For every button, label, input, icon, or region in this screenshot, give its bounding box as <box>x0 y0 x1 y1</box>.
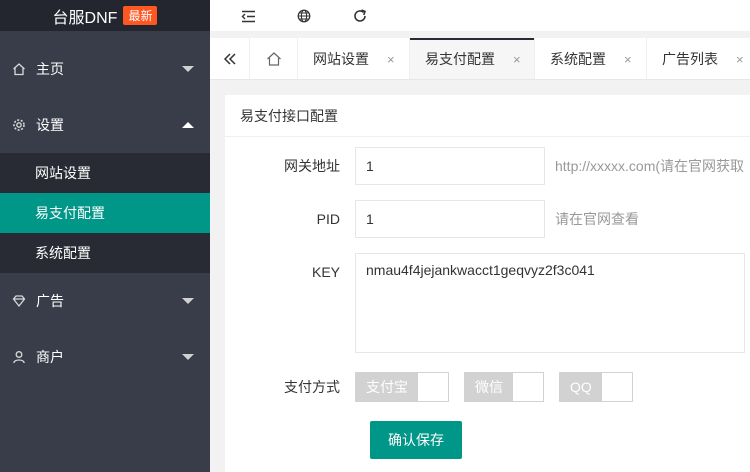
sidebar-item-home[interactable]: 主页 <box>0 41 210 97</box>
sidebar-item-label: 商户 <box>36 349 64 365</box>
switch-knob <box>418 373 448 401</box>
pay-methods-row: 支付方式 支付宝 微信 QQ <box>225 372 648 402</box>
gear-icon <box>10 118 28 132</box>
sidebar-item-ads[interactable]: 广告 <box>0 273 210 329</box>
sidebar-item-label: 设置 <box>36 117 64 133</box>
tab-label: 系统配置 <box>550 51 606 67</box>
home-icon <box>10 62 28 76</box>
user-icon <box>10 350 28 364</box>
tab-system-config[interactable]: 系统配置 × <box>535 38 647 79</box>
menu-fold-icon[interactable] <box>237 5 259 27</box>
chevron-up-icon <box>182 122 194 128</box>
pid-label: PID <box>316 211 340 227</box>
wechat-switch[interactable]: 微信 <box>464 372 544 402</box>
top-header <box>210 0 750 31</box>
pay-methods-label: 支付方式 <box>284 379 340 395</box>
gateway-label: 网关地址 <box>284 158 340 174</box>
close-icon[interactable]: × <box>624 52 632 67</box>
gateway-hint: http://xxxxx.com(请在官网获取 <box>555 158 745 174</box>
logo-text: 台服DNF <box>52 9 118 27</box>
pid-row: PID 1 请在官网查看 <box>225 200 639 238</box>
refresh-icon[interactable] <box>349 5 371 27</box>
logo[interactable]: 台服DNF 最新 <box>0 0 210 31</box>
tab-label: 易支付配置 <box>425 51 495 67</box>
key-row: KEY nmau4f4jejankwacct1geqvyz2f3c041 <box>225 253 745 353</box>
sidebar-subitem-epay-config[interactable]: 易支付配置 <box>0 193 210 233</box>
gateway-row: 网关地址 1 http://xxxxx.com(请在官网获取 <box>225 147 744 185</box>
switch-label: 支付宝 <box>356 373 418 401</box>
switch-label: 微信 <box>465 373 513 401</box>
chevron-down-icon <box>182 298 194 304</box>
key-label: KEY <box>311 264 340 280</box>
sidebar-subitem-system-config[interactable]: 系统配置 <box>0 233 210 273</box>
switch-label: QQ <box>560 373 602 401</box>
tab-home[interactable] <box>250 38 298 79</box>
sidebar-item-settings[interactable]: 设置 <box>0 97 210 153</box>
diamond-icon <box>10 294 28 308</box>
close-icon[interactable]: × <box>387 52 395 67</box>
tab-ad-list[interactable]: 广告列表 × <box>647 38 750 79</box>
switch-knob <box>513 373 543 401</box>
gateway-input[interactable]: 1 <box>355 147 545 185</box>
chevron-down-icon <box>182 354 194 360</box>
home-icon <box>266 52 281 66</box>
sidebar-item-merchants[interactable]: 商户 <box>0 329 210 385</box>
new-badge: 最新 <box>123 6 158 25</box>
close-icon[interactable]: × <box>736 52 744 67</box>
settings-submenu: 网站设置 易支付配置 系统配置 <box>0 153 210 273</box>
sidebar: 台服DNF 最新 主页 设置 网站设置 易支付配置 系统配置 广告 商户 <box>0 0 210 472</box>
tab-scroll-left[interactable] <box>210 38 250 79</box>
chevron-down-icon <box>182 66 194 72</box>
save-button[interactable]: 确认保存 <box>370 421 462 459</box>
close-icon[interactable]: × <box>513 52 521 67</box>
sidebar-item-label: 广告 <box>36 293 64 309</box>
tab-label: 网站设置 <box>313 51 369 67</box>
alipay-switch[interactable]: 支付宝 <box>355 372 449 402</box>
double-chevron-left-icon <box>223 53 236 65</box>
config-card: 易支付接口配置 网关地址 1 http://xxxxx.com(请在官网获取 P… <box>225 95 750 472</box>
card-title: 易支付接口配置 <box>225 95 750 137</box>
globe-icon[interactable] <box>293 5 315 27</box>
tab-bar: 网站设置 × 易支付配置 × 系统配置 × 广告列表 × <box>210 38 750 80</box>
tab-label: 广告列表 <box>662 51 718 67</box>
key-textarea[interactable]: nmau4f4jejankwacct1geqvyz2f3c041 <box>355 253 745 353</box>
tab-epay-config[interactable]: 易支付配置 × <box>410 38 535 79</box>
pid-hint: 请在官网查看 <box>555 211 639 227</box>
pid-input[interactable]: 1 <box>355 200 545 238</box>
sidebar-subitem-site-settings[interactable]: 网站设置 <box>0 153 210 193</box>
qq-switch[interactable]: QQ <box>559 372 633 402</box>
switch-knob <box>601 373 632 401</box>
sidebar-item-label: 主页 <box>36 61 64 77</box>
tab-site-settings[interactable]: 网站设置 × <box>298 38 410 79</box>
